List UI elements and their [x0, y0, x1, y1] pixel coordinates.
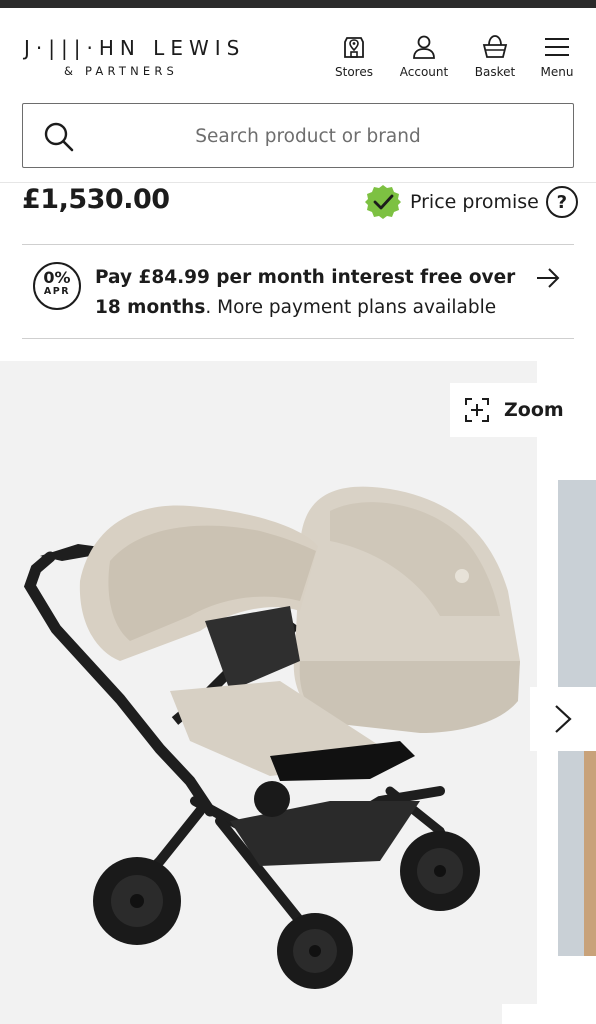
search-input[interactable] — [93, 116, 523, 156]
product-image-twin-pushchair[interactable] — [0, 361, 537, 1024]
product-price: £1,530.00 — [22, 184, 170, 215]
gallery-next-button[interactable] — [530, 687, 596, 751]
zoom-button[interactable]: Zoom — [450, 383, 578, 437]
apr-badge-percent: 0% — [43, 268, 71, 287]
finance-text: Pay £84.99 per month interest free over … — [95, 263, 525, 323]
search-bar[interactable] — [22, 103, 574, 168]
nav-basket[interactable]: Basket — [463, 32, 527, 82]
site-header: J·|||·HN LEWIS & PARTNERS Stores Account… — [0, 8, 596, 92]
nav-menu-label: Menu — [540, 65, 574, 79]
apr-badge-word: APR — [43, 286, 71, 297]
divider — [22, 338, 574, 339]
apr-badge-icon: 0% APR — [33, 262, 81, 310]
finance-more-plans: . More payment plans available — [205, 297, 497, 318]
divider — [22, 244, 574, 245]
chevron-right-icon — [555, 705, 572, 733]
price-promise-help-icon[interactable]: ? — [545, 186, 578, 218]
nav-stores[interactable]: Stores — [322, 32, 386, 82]
zoom-label: Zoom — [504, 399, 564, 421]
image-counter-box — [502, 1004, 596, 1024]
top-strip — [0, 0, 596, 8]
nav-menu[interactable]: Menu — [525, 32, 589, 82]
product-image-gallery[interactable] — [0, 361, 537, 1024]
price-promise[interactable]: Price promise ? — [364, 182, 578, 222]
arrow-right-icon[interactable] — [534, 264, 562, 292]
search-icon[interactable] — [43, 121, 75, 153]
nav-account-label: Account — [399, 65, 449, 79]
basket-icon — [482, 35, 508, 58]
zoom-plus-icon — [465, 398, 489, 422]
logo-subtitle: & PARTNERS — [64, 64, 179, 78]
john-lewis-logo[interactable]: J·|||·HN LEWIS & PARTNERS — [24, 36, 244, 78]
account-icon — [413, 35, 435, 59]
price-promise-label: Price promise — [410, 191, 539, 213]
nav-account[interactable]: Account — [392, 32, 456, 82]
menu-icon — [545, 38, 569, 56]
nav-stores-label: Stores — [335, 65, 373, 79]
finance-offer[interactable]: 0% APR Pay £84.99 per month interest fre… — [22, 246, 574, 338]
next-image-wood-detail — [584, 750, 596, 956]
logo-wordmark: J·|||·HN LEWIS — [24, 36, 246, 60]
price-promise-check-icon — [365, 185, 401, 219]
nav-basket-label: Basket — [474, 65, 516, 79]
store-pin-icon — [344, 37, 364, 58]
